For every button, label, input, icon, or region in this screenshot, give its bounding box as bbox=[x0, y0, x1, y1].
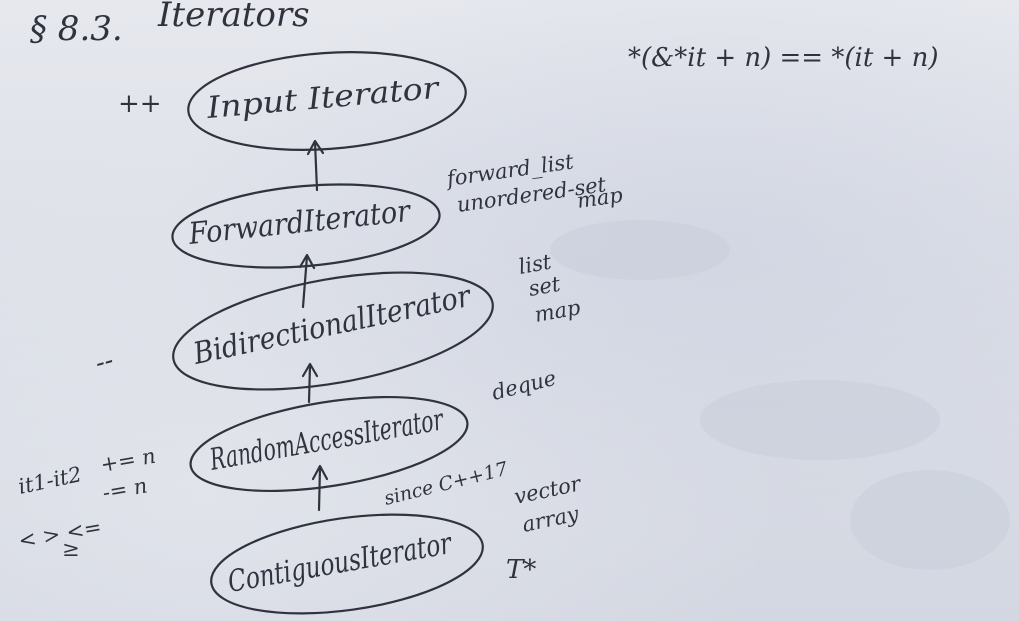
forward-containers-annotation: forward_list unordered-set map bbox=[443, 149, 624, 217]
ops-line: += n bbox=[99, 444, 158, 477]
pointer-equivalence-formula: *(&*it + n) == *(it + n) bbox=[628, 43, 938, 73]
arrow-shaft bbox=[301, 254, 309, 309]
container-name: map bbox=[533, 295, 582, 327]
edge-forward-to-input bbox=[306, 139, 325, 192]
arrow-shaft bbox=[307, 363, 312, 404]
eraser-smudge bbox=[850, 470, 1010, 570]
container-name: set bbox=[527, 272, 563, 301]
node-contiguous-iterator: ContiguousIterator bbox=[210, 513, 484, 615]
ops-line: < > <= bbox=[17, 515, 104, 553]
node-label: ContiguousIterator bbox=[225, 526, 455, 600]
container-name: map bbox=[575, 183, 624, 213]
iterator-hierarchy-diagram: § 8.3. Iterators *(&*it + n) == *(it + n… bbox=[16, 0, 1010, 615]
bidirectional-ops-annotation: -- bbox=[92, 345, 117, 379]
eraser-smudge bbox=[700, 380, 940, 460]
contiguous-since-annotation: since C++17 bbox=[382, 458, 511, 510]
section-title: Iterators bbox=[157, 0, 310, 35]
input-ops-annotation: ++ bbox=[118, 89, 162, 119]
node-input-iterator: Input Iterator bbox=[187, 51, 467, 151]
pointer-type-annotation: T* bbox=[506, 555, 536, 585]
container-name: array bbox=[520, 501, 582, 537]
edge-random-access-to-bidirectional bbox=[301, 362, 319, 404]
ops-line: it1-it2 bbox=[16, 462, 84, 499]
section-number: § 8.3. bbox=[30, 9, 123, 49]
ops-line: -= n bbox=[101, 473, 149, 504]
ops-line: ≥ bbox=[62, 537, 80, 561]
random-access-container-deque: deque bbox=[489, 366, 558, 405]
node-label: Input Iterator bbox=[205, 71, 442, 126]
contiguous-containers-annotation: vector array bbox=[512, 471, 585, 537]
whiteboard: § 8.3. Iterators *(&*it + n) == *(it + n… bbox=[0, 0, 1019, 621]
random-access-ops-annotation: it1-it2 += n < > <= -= n ≥ bbox=[16, 444, 157, 561]
eraser-smudge bbox=[550, 220, 730, 280]
node-bidirectional-iterator: BidirectionalIterator bbox=[172, 271, 494, 391]
